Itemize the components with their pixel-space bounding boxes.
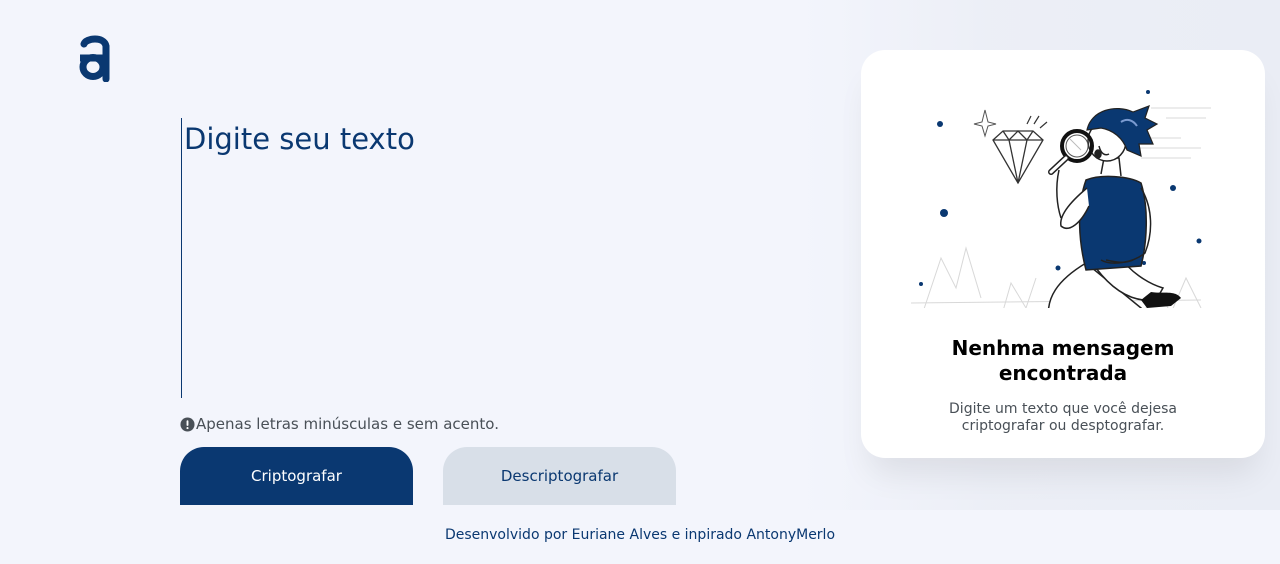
alura-logo-icon[interactable] bbox=[76, 34, 112, 82]
output-description: Digite um texto que você dejesa criptogr… bbox=[861, 401, 1265, 435]
footer-credit: Desenvolvido por Euriane Alves e inpirad… bbox=[444, 527, 836, 543]
decrypt-button[interactable]: Descriptografar bbox=[443, 447, 676, 505]
output-title: Nenhma mensagem encontrada bbox=[861, 336, 1265, 386]
output-title-line2: encontrada bbox=[998, 361, 1128, 385]
text-input[interactable] bbox=[181, 118, 781, 398]
input-hint: Apenas letras minúsculas e sem acento. bbox=[180, 415, 499, 433]
output-title-line1: Nenhma mensagem bbox=[951, 336, 1175, 360]
exclamation-circle-icon bbox=[180, 416, 195, 432]
searching-person-illustration bbox=[910, 90, 1211, 308]
output-desc-line2: criptografar ou desptografar. bbox=[961, 418, 1165, 434]
encrypt-button[interactable]: Criptografar bbox=[180, 447, 413, 505]
hint-text: Apenas letras minúsculas e sem acento. bbox=[196, 415, 499, 433]
output-desc-line1: Digite um texto que você dejesa bbox=[949, 401, 1177, 417]
output-card: Nenhma mensagem encontrada Digite um tex… bbox=[861, 50, 1265, 458]
